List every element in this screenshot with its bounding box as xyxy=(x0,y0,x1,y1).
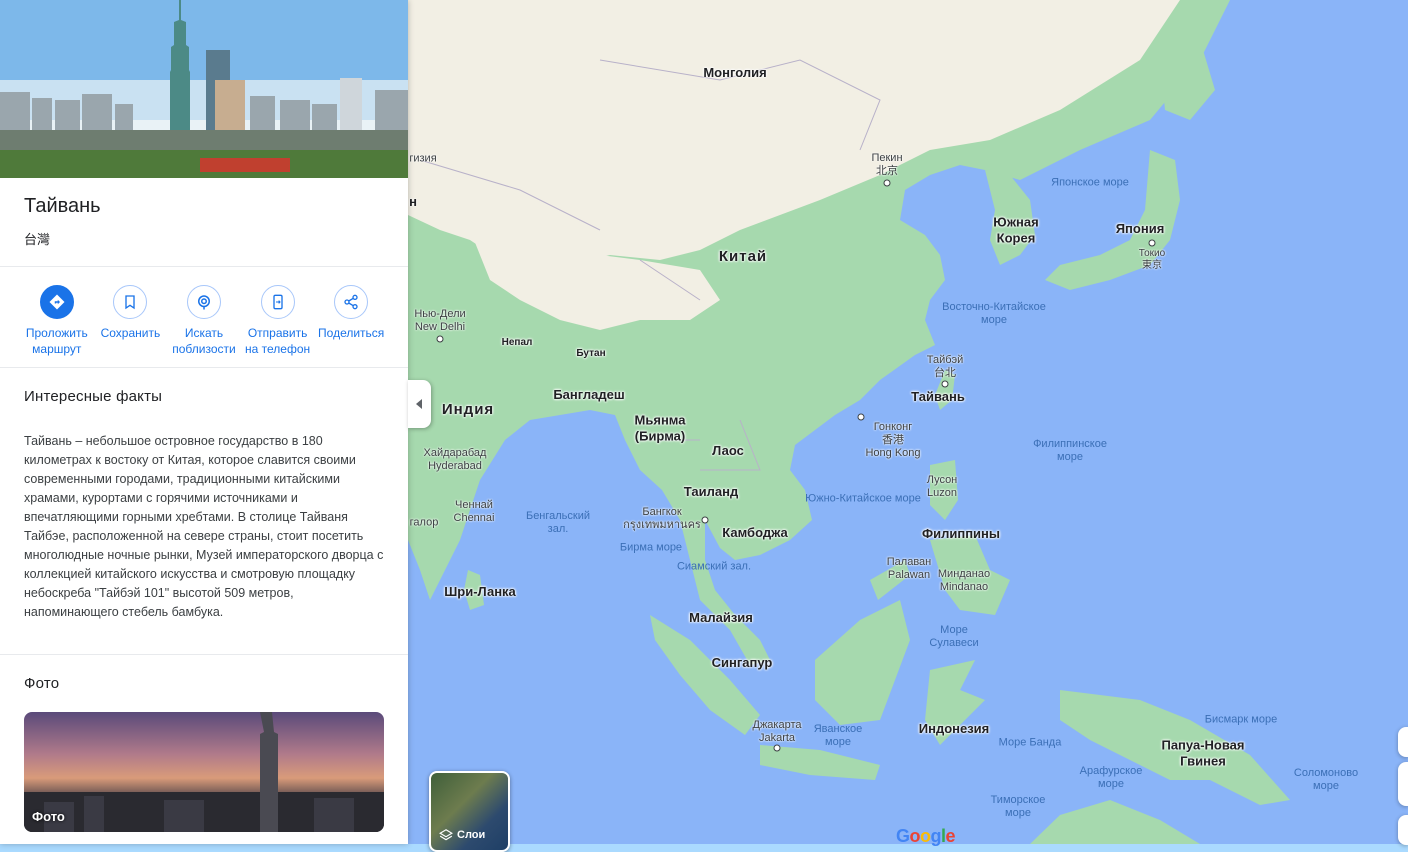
label-bengal-bay[interactable]: Бенгальский зал. xyxy=(518,510,598,536)
taipei-skyline-image xyxy=(0,0,408,178)
share-label: Поделиться xyxy=(318,326,385,340)
label-arafura-sea[interactable]: Арафурское море xyxy=(1071,765,1151,791)
land-borneo xyxy=(815,600,910,725)
caret-left-icon xyxy=(415,399,422,409)
facts-heading: Интересные факты xyxy=(24,388,163,405)
send-to-phone-label: Отправить на телефон xyxy=(245,326,311,356)
label-hong-kong[interactable]: Гонконг 香港 Hong Kong xyxy=(865,421,920,461)
label-cambodia[interactable]: Камбоджа xyxy=(722,525,787,541)
city-dot-bangkok[interactable] xyxy=(701,516,709,524)
place-panel: Тайвань 台灣 Проложить маршрут Сохранить И… xyxy=(0,0,408,844)
label-bhutan[interactable]: Бутан xyxy=(576,348,605,360)
facts-text: Тайвань – небольшое островное государств… xyxy=(24,434,384,619)
label-edge-partial[interactable]: гизия xyxy=(409,152,436,165)
photos-section: Фото Фото xyxy=(0,655,408,832)
label-myanmar[interactable]: Мьянма (Бирма) xyxy=(625,412,695,443)
label-palawan[interactable]: Палаван Palawan xyxy=(887,556,931,582)
label-japan[interactable]: Япония xyxy=(1116,221,1165,237)
directions-icon xyxy=(39,285,74,319)
label-india[interactable]: Индия xyxy=(442,401,494,419)
label-luzon[interactable]: Лусон Luzon xyxy=(927,474,958,500)
hero-photo[interactable] xyxy=(0,0,408,178)
label-andaman-sea[interactable]: Бирма море xyxy=(591,541,711,554)
label-bangladesh[interactable]: Бангладеш xyxy=(553,387,624,403)
label-edge-partial-2[interactable]: н xyxy=(409,194,417,210)
photos-heading: Фото xyxy=(24,675,60,692)
photo-card[interactable]: Фото xyxy=(24,712,384,832)
label-philippine-sea[interactable]: Филиппинское море xyxy=(1020,438,1120,464)
bookmark-icon xyxy=(113,285,148,319)
label-timor-sea[interactable]: Тиморское море xyxy=(978,794,1058,820)
label-java-sea[interactable]: Яванское море xyxy=(808,723,868,749)
place-header: Тайвань 台灣 xyxy=(0,178,408,248)
label-china[interactable]: Китай xyxy=(719,248,767,266)
label-banda-sea[interactable]: Море Банда xyxy=(970,736,1090,749)
label-indonesia[interactable]: Индонезия xyxy=(919,721,990,737)
label-bangkok[interactable]: Бангкок กรุงเทพมหานคร xyxy=(623,506,701,532)
label-solomon-sea[interactable]: Соломоново море xyxy=(1286,767,1366,793)
label-south-korea[interactable]: Южная Корея xyxy=(986,214,1046,245)
place-native-name: 台灣 xyxy=(24,232,51,247)
layers-icon xyxy=(439,829,453,841)
share-icon xyxy=(334,285,369,319)
label-hyderabad[interactable]: Хайдарабад Hyderabad xyxy=(424,447,487,473)
label-chennai[interactable]: Ченнай Chennai xyxy=(454,499,495,525)
city-dot-hong-kong[interactable] xyxy=(857,413,865,421)
photo-caption: Фото xyxy=(32,809,65,824)
label-south-china-sea[interactable]: Южно-Китайское море xyxy=(803,492,923,505)
label-tokyo[interactable]: Токио 東京 xyxy=(1139,248,1165,272)
city-dot-jakarta[interactable] xyxy=(773,744,781,752)
city-dot-tokyo[interactable] xyxy=(1148,239,1156,247)
label-bismarck-sea[interactable]: Бисмарк море xyxy=(1181,713,1301,726)
city-dot-beijing[interactable] xyxy=(883,179,891,187)
label-nepal[interactable]: Непал xyxy=(502,337,533,349)
send-to-phone-button[interactable]: Отправить на телефон xyxy=(241,285,315,357)
label-japan-sea[interactable]: Японское море xyxy=(1030,176,1150,189)
label-new-delhi[interactable]: Нью-Дели New Delhi xyxy=(414,308,465,334)
nearby-button[interactable]: Искать поблизости xyxy=(167,285,241,357)
save-button[interactable]: Сохранить xyxy=(94,285,168,357)
label-sulawesi-sea[interactable]: Море Сулавеси xyxy=(924,624,984,650)
label-malaysia[interactable]: Малайзия xyxy=(689,610,753,626)
label-taiwan[interactable]: Тайвань xyxy=(911,389,965,405)
facts-section: Интересные факты Тайвань – небольшое ост… xyxy=(0,368,408,622)
label-philippines[interactable]: Филиппины xyxy=(922,526,1000,542)
label-taipei[interactable]: Тайбэй 台北 xyxy=(927,354,963,380)
zoom-in-button[interactable] xyxy=(1398,727,1408,757)
label-png[interactable]: Папуа-Новая Гвинея xyxy=(1153,737,1253,768)
label-mindanao[interactable]: Минданао Mindanao xyxy=(938,568,990,594)
place-title: Тайвань xyxy=(24,195,101,217)
directions-button[interactable]: Проложить маршрут xyxy=(20,285,94,357)
city-dot-taipei[interactable] xyxy=(941,380,949,388)
label-bangalore-partial[interactable]: галор xyxy=(410,516,439,529)
label-mongolia[interactable]: Монголия xyxy=(703,65,766,81)
photo-thumbnail xyxy=(24,712,384,832)
layers-label: Слои xyxy=(457,829,486,841)
layers-toggle[interactable]: Слои xyxy=(429,771,510,852)
city-dot-new-delhi[interactable] xyxy=(436,335,444,343)
share-button[interactable]: Поделиться xyxy=(314,285,388,357)
label-sri-lanka[interactable]: Шри-Ланка xyxy=(444,584,516,600)
label-thailand[interactable]: Таиланд xyxy=(684,484,738,500)
label-east-china-sea[interactable]: Восточно-Китайское море xyxy=(934,301,1054,327)
send-to-phone-icon xyxy=(260,285,295,319)
save-label: Сохранить xyxy=(100,326,161,340)
action-bar: Проложить маршрут Сохранить Искать побли… xyxy=(0,267,408,367)
label-singapore[interactable]: Сингапур xyxy=(712,655,773,671)
nearby-icon xyxy=(186,285,221,319)
label-jakarta[interactable]: Джакарта Jakarta xyxy=(752,719,801,745)
label-siam-gulf[interactable]: Сиамский зал. xyxy=(654,560,774,573)
zoom-controls[interactable] xyxy=(1398,762,1408,806)
directions-label: Проложить маршрут xyxy=(25,326,88,356)
collapse-panel-button[interactable] xyxy=(408,380,431,428)
pegman-button[interactable] xyxy=(1398,815,1408,845)
label-laos[interactable]: Лаос xyxy=(712,443,744,459)
label-beijing[interactable]: Пекин 北京 xyxy=(871,152,902,178)
nearby-label: Искать поблизости xyxy=(172,326,236,356)
